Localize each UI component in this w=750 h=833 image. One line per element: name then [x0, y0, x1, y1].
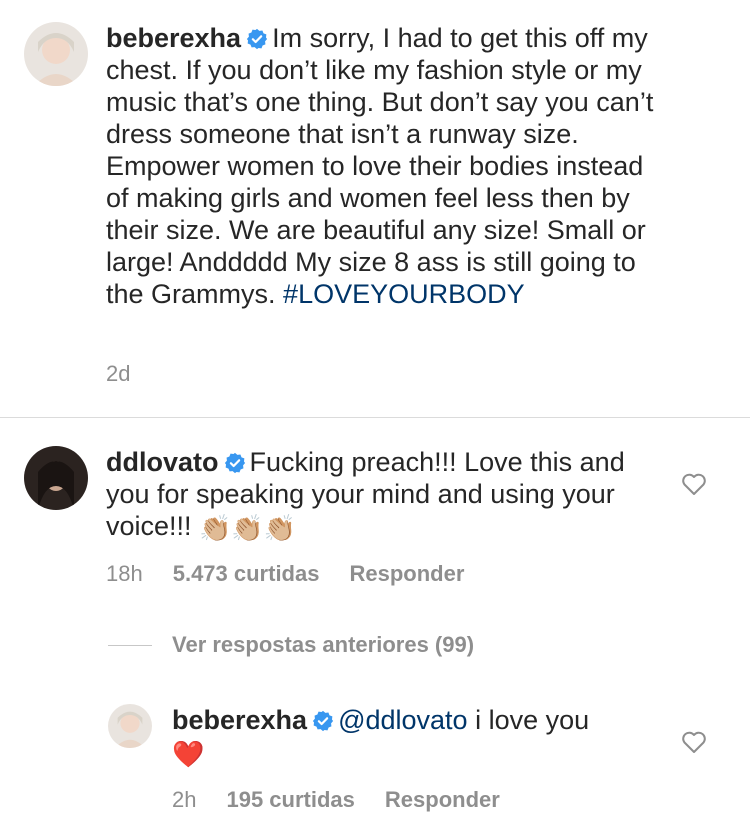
divider — [0, 417, 750, 418]
comment-username[interactable]: ddlovato — [106, 447, 219, 477]
verified-badge-icon — [246, 28, 268, 50]
caption-text: Im sorry, I had to get this off my chest… — [106, 23, 654, 309]
comment-time: 18h — [106, 561, 143, 586]
avatar-beberexha-reply[interactable] — [108, 704, 152, 748]
comment-body: ddlovato Fucking preach!!! Love this and … — [106, 446, 646, 544]
like-heart-icon[interactable] — [681, 730, 707, 754]
reply-text: i love you — [475, 705, 590, 735]
mention-link[interactable]: @ddlovato — [338, 705, 468, 735]
reply-time: 2h — [172, 787, 197, 812]
comment-reply-button[interactable]: Responder — [349, 561, 464, 586]
reply-body: beberexha @ddlovato i love you ❤️ — [172, 704, 652, 770]
post-meta: 2d — [106, 361, 160, 387]
avatar-ddlovato[interactable] — [24, 446, 88, 510]
comment-likes[interactable]: 5.473 curtidas — [173, 561, 320, 586]
divider-line — [108, 644, 152, 646]
comment-meta: 18h 5.473 curtidas Responder — [106, 561, 494, 587]
reply-likes[interactable]: 195 curtidas — [226, 787, 354, 812]
reply-username[interactable]: beberexha — [172, 705, 307, 735]
view-previous-replies[interactable]: Ver respostas anteriores (99) — [108, 632, 474, 658]
heart-emoji: ❤️ — [172, 739, 205, 769]
avatar-beberexha[interactable] — [24, 22, 88, 86]
post-caption: beberexha Im sorry, I had to get this off… — [106, 22, 666, 310]
verified-badge-icon — [312, 710, 334, 732]
view-previous-label: Ver respostas anteriores (99) — [172, 632, 475, 657]
reply-meta: 2h 195 curtidas Responder — [172, 787, 530, 813]
hashtag-link[interactable]: #LOVEYOURBODY — [283, 279, 525, 309]
post-username[interactable]: beberexha — [106, 23, 241, 53]
post-time: 2d — [106, 361, 131, 386]
clap-emoji: 👏🏼👏🏼👏🏼 — [199, 513, 297, 543]
like-heart-icon[interactable] — [681, 472, 707, 496]
verified-badge-icon — [224, 452, 245, 474]
reply-reply-button[interactable]: Responder — [385, 787, 500, 812]
